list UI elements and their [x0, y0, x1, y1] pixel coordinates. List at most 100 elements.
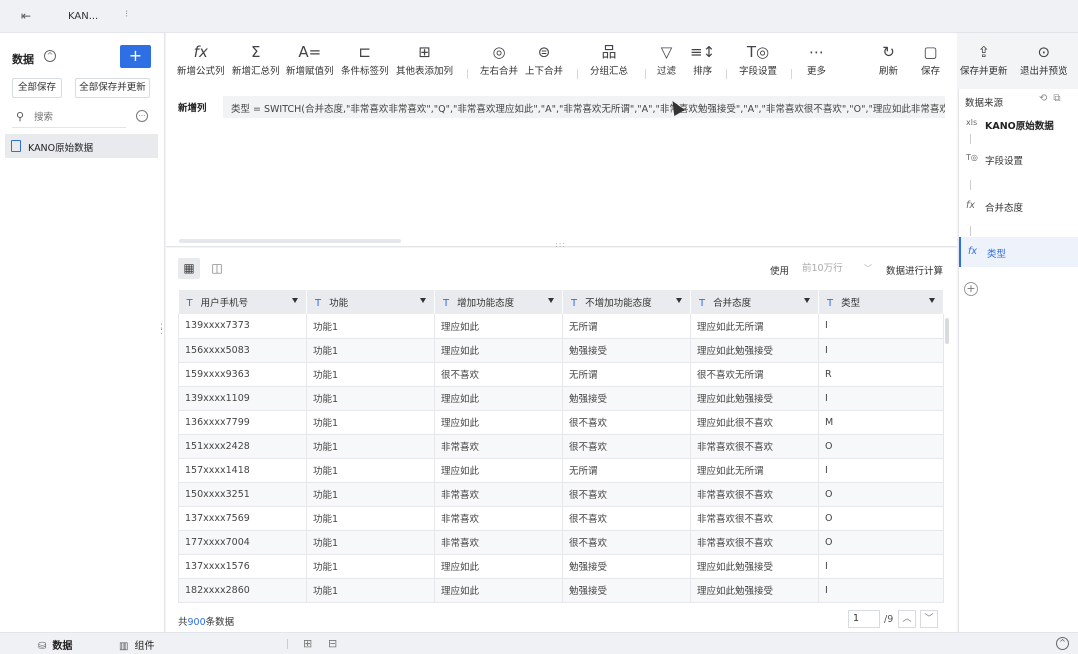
table-cell[interactable]: 理应如此: [434, 338, 563, 363]
table-row[interactable]: 156xxxx5083 功能1 理应如此 勉强接受 理应如此勉强接受 I: [178, 338, 944, 363]
table-cell[interactable]: 勉强接受: [562, 338, 691, 363]
add-step-button[interactable]: +: [964, 282, 978, 296]
tab-data[interactable]: ⛁ 数据: [38, 637, 72, 652]
table-row[interactable]: 137xxxx7569 功能1 非常喜欢 很不喜欢 非常喜欢很不喜欢 O: [178, 506, 944, 531]
sidebar-item-kano[interactable]: KANO原始数据: [5, 134, 158, 158]
filter-button[interactable]: ▽ 过滤: [657, 41, 676, 77]
table-cell[interactable]: 理应如此: [434, 410, 563, 435]
dropdown-icon[interactable]: [676, 298, 682, 303]
table-cell[interactable]: 功能1: [306, 362, 435, 387]
table-cell[interactable]: 非常喜欢很不喜欢: [690, 506, 819, 531]
table-cell[interactable]: R: [818, 362, 944, 387]
more-options-icon[interactable]: ···: [136, 110, 148, 122]
table-cell[interactable]: O: [818, 530, 944, 555]
table-cell[interactable]: I: [818, 386, 944, 411]
table-row[interactable]: 139xxxx7373 功能1 理应如此 无所谓 理应如此无所谓 I: [178, 314, 944, 339]
tab-kano[interactable]: KAN...: [52, 0, 152, 33]
resize-handle[interactable]: ⁚ ⁚: [160, 324, 163, 337]
table-cell[interactable]: 159xxxx9363: [178, 362, 307, 387]
dropdown-icon[interactable]: [420, 298, 426, 303]
table-cell[interactable]: 137xxxx7569: [178, 506, 307, 531]
table-cell[interactable]: 很不喜欢: [562, 482, 691, 507]
merge-horizontal-button[interactable]: ◎ 左右合并: [480, 41, 518, 77]
table-cell[interactable]: 非常喜欢很不喜欢: [690, 434, 819, 459]
dropdown-icon[interactable]: [548, 298, 554, 303]
add-summary-column-button[interactable]: Σ 新增汇总列: [232, 41, 280, 77]
table-row[interactable]: 151xxxx2428 功能1 非常喜欢 很不喜欢 非常喜欢很不喜欢 O: [178, 434, 944, 459]
table-cell[interactable]: 很不喜欢: [434, 362, 563, 387]
split-view-icon[interactable]: ◫: [206, 258, 228, 279]
step-field-settings[interactable]: T◎ 字段设置: [959, 144, 1078, 174]
history-icon[interactable]: ⟲⧉: [1039, 93, 1067, 104]
table-cell[interactable]: 非常喜欢: [434, 506, 563, 531]
table-cell[interactable]: 很不喜欢: [562, 506, 691, 531]
other-table-add-column-button[interactable]: ⊞ 其他表添加列: [396, 41, 453, 77]
column-header[interactable]: T 增加功能态度: [434, 290, 563, 314]
tab-more-icon[interactable]: ⁝: [125, 9, 128, 20]
row-limit-select[interactable]: 前10万行 ﹀: [798, 260, 876, 278]
table-row[interactable]: 139xxxx1109 功能1 理应如此 勉强接受 理应如此勉强接受 I: [178, 386, 944, 411]
table-cell[interactable]: 非常喜欢: [434, 530, 563, 555]
add-table-icon[interactable]: ⊟: [328, 637, 337, 650]
table-cell[interactable]: M: [818, 410, 944, 435]
table-cell[interactable]: 理应如此: [434, 386, 563, 411]
dropdown-icon[interactable]: [929, 298, 935, 303]
table-cell[interactable]: 功能1: [306, 338, 435, 363]
column-header[interactable]: T 不增加功能态度: [562, 290, 691, 314]
column-header[interactable]: T 类型: [818, 290, 944, 314]
table-cell[interactable]: I: [818, 314, 944, 339]
table-cell[interactable]: 136xxxx7799: [178, 410, 307, 435]
table-cell[interactable]: 理应如此: [434, 314, 563, 339]
table-cell[interactable]: 非常喜欢很不喜欢: [690, 530, 819, 555]
horizontal-scrollbar[interactable]: [179, 239, 401, 243]
table-cell[interactable]: 理应如此: [434, 554, 563, 579]
table-cell[interactable]: 理应如此无所谓: [690, 458, 819, 483]
save-all-update-button[interactable]: 全部保存并更新: [75, 78, 150, 98]
table-cell[interactable]: 很不喜欢: [562, 530, 691, 555]
table-cell[interactable]: 理应如此勉强接受: [690, 386, 819, 411]
sort-button[interactable]: ≡↕ 排序: [690, 41, 715, 77]
table-cell[interactable]: I: [818, 578, 944, 603]
dropdown-icon[interactable]: [292, 298, 298, 303]
back-icon[interactable]: ⇤: [19, 9, 33, 23]
refresh-button[interactable]: ↻ 刷新: [879, 41, 898, 77]
step-kano-source[interactable]: xls KANO原始数据: [959, 109, 1078, 139]
table-cell[interactable]: 无所谓: [562, 314, 691, 339]
table-cell[interactable]: 功能1: [306, 386, 435, 411]
table-cell[interactable]: 理应如此勉强接受: [690, 338, 819, 363]
table-cell[interactable]: 177xxxx7004: [178, 530, 307, 555]
exit-and-preview-button[interactable]: ⊙ 退出并预览: [1020, 41, 1068, 77]
column-header[interactable]: T 功能: [306, 290, 435, 314]
table-cell[interactable]: 139xxxx1109: [178, 386, 307, 411]
table-cell[interactable]: 理应如此勉强接受: [690, 554, 819, 579]
save-button[interactable]: ▢ 保存: [921, 41, 940, 77]
formula-input[interactable]: 类型 = SWITCH(合并态度,"非常喜欢非常喜欢","Q","非常喜欢理应如…: [223, 96, 945, 118]
table-cell[interactable]: 功能1: [306, 506, 435, 531]
page-number-input[interactable]: 1: [848, 610, 880, 628]
field-settings-button[interactable]: T◎ 字段设置: [739, 41, 777, 77]
column-header[interactable]: T 用户手机号: [178, 290, 307, 314]
save-and-update-button[interactable]: ⇪ 保存并更新: [960, 41, 1008, 77]
table-cell[interactable]: O: [818, 506, 944, 531]
table-cell[interactable]: 勉强接受: [562, 554, 691, 579]
more-button[interactable]: ⋯ 更多: [807, 41, 826, 77]
group-summary-button[interactable]: 品 分组汇总: [590, 41, 628, 77]
collapse-up-icon[interactable]: ^: [44, 50, 56, 62]
table-cell[interactable]: 157xxxx1418: [178, 458, 307, 483]
table-cell[interactable]: 非常喜欢: [434, 482, 563, 507]
table-cell[interactable]: 功能1: [306, 482, 435, 507]
table-cell[interactable]: 功能1: [306, 410, 435, 435]
table-cell[interactable]: 功能1: [306, 530, 435, 555]
table-cell[interactable]: 无所谓: [562, 458, 691, 483]
table-row[interactable]: 137xxxx1576 功能1 理应如此 勉强接受 理应如此勉强接受 I: [178, 554, 944, 579]
table-row[interactable]: 177xxxx7004 功能1 非常喜欢 很不喜欢 非常喜欢很不喜欢 O: [178, 530, 944, 555]
table-cell[interactable]: 非常喜欢: [434, 434, 563, 459]
step-type[interactable]: fx 类型: [959, 237, 1078, 267]
table-cell[interactable]: 功能1: [306, 314, 435, 339]
table-cell[interactable]: O: [818, 434, 944, 459]
page-prev-button[interactable]: ︿: [898, 610, 916, 628]
table-cell[interactable]: 理应如此勉强接受: [690, 578, 819, 603]
table-cell[interactable]: 139xxxx7373: [178, 314, 307, 339]
table-cell[interactable]: 很不喜欢无所谓: [690, 362, 819, 387]
table-cell[interactable]: I: [818, 458, 944, 483]
